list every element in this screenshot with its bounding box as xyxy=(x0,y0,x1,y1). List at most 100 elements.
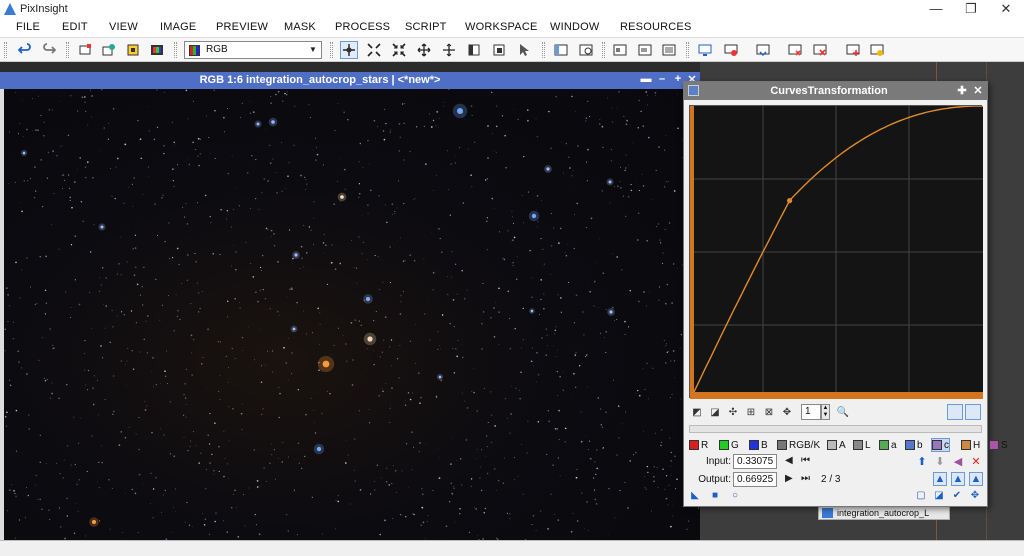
restore-icon[interactable]: ⬇ xyxy=(933,454,947,468)
output-value-field[interactable]: 0.66925 xyxy=(733,472,777,487)
channel-button-l[interactable]: L xyxy=(853,438,871,452)
channel-button-a[interactable]: A xyxy=(827,438,846,452)
image-window-titlebar[interactable]: RGB 1:6 integration_autocrop_stars | <*n… xyxy=(0,72,700,89)
apply-icon[interactable]: ✔ xyxy=(951,490,963,502)
shade-icon[interactable]: ▬ xyxy=(640,73,652,85)
toolbar-grip[interactable] xyxy=(174,42,177,58)
image-strip-icon[interactable] xyxy=(660,41,678,59)
history-window-icon[interactable] xyxy=(577,41,595,59)
toolbar-grip[interactable] xyxy=(542,42,545,58)
magnifier-icon[interactable]: 🔍 xyxy=(835,404,851,420)
image-list-icon[interactable] xyxy=(611,41,629,59)
workspace-remove-icon[interactable] xyxy=(811,41,829,59)
minimize-window-icon[interactable]: – xyxy=(656,73,668,85)
fit-view-icon[interactable] xyxy=(440,41,458,59)
channel-button-c[interactable]: c xyxy=(931,438,950,452)
channel-button-r[interactable]: R xyxy=(689,438,708,452)
menu-resources[interactable]: RESOURCES xyxy=(620,21,691,33)
edit-preview-icon[interactable] xyxy=(490,41,508,59)
real-time-preview-icon[interactable]: ○ xyxy=(729,490,741,502)
edit-point-mode-icon[interactable]: ◩ xyxy=(689,404,705,420)
zoom-in-icon[interactable] xyxy=(365,41,383,59)
new-image-icon[interactable] xyxy=(76,41,94,59)
menu-file[interactable]: FILE xyxy=(16,21,40,33)
workspace-monitor-icon[interactable] xyxy=(696,41,714,59)
menu-window[interactable]: WINDOW xyxy=(550,21,599,33)
channel-button-s[interactable]: S xyxy=(989,438,1008,452)
menu-edit[interactable]: EDIT xyxy=(62,21,88,33)
maximize-icon[interactable]: ❐ xyxy=(955,0,987,18)
first-point-icon[interactable]: ⏮ xyxy=(801,455,810,466)
channel-button-a[interactable]: a xyxy=(879,438,897,452)
process-container-icon[interactable] xyxy=(124,41,142,59)
grid-toggle-icon[interactable] xyxy=(965,404,981,420)
pin-icon[interactable]: ✚ xyxy=(956,84,968,97)
workspace-add-icon[interactable] xyxy=(844,41,862,59)
channel-button-b[interactable]: B xyxy=(749,438,768,452)
browse-documentation-icon[interactable]: ▢ xyxy=(915,490,927,502)
prev-point-icon[interactable]: ◀ xyxy=(785,455,793,466)
linear-interpolation-icon[interactable]: ▲ xyxy=(969,472,983,486)
readout-mode-icon[interactable] xyxy=(340,41,358,59)
new-preview-icon[interactable] xyxy=(465,41,483,59)
zoom-out-graph-icon[interactable]: ⊠ xyxy=(761,404,777,420)
redo-icon[interactable] xyxy=(40,41,58,59)
menu-image[interactable]: IMAGE xyxy=(160,21,196,33)
cursor-icon[interactable] xyxy=(515,41,533,59)
workspace-close-icon[interactable] xyxy=(786,41,804,59)
pan-icon[interactable] xyxy=(415,41,433,59)
reset-icon[interactable]: ✥ xyxy=(969,490,981,502)
duplicate-image-icon[interactable] xyxy=(100,41,118,59)
zoom-spinner[interactable]: ▲ ▼ xyxy=(821,404,830,420)
menu-view[interactable]: VIEW xyxy=(109,21,138,33)
explorer-window-icon[interactable] xyxy=(552,41,570,59)
cubic-interpolation-icon[interactable]: ▲ xyxy=(951,472,965,486)
menu-preview[interactable]: PREVIEW xyxy=(216,21,268,33)
image-icon-thumbnail[interactable]: integration_autocrop_L xyxy=(818,506,950,520)
channel-button-rgb-k[interactable]: RGB/K xyxy=(777,438,820,452)
reset-curve-icon[interactable]: ✕ xyxy=(969,454,983,468)
menu-workspace[interactable]: WORKSPACE xyxy=(465,21,538,33)
toolbar-grip[interactable] xyxy=(4,42,7,58)
akima-interpolation-icon[interactable]: ▲ xyxy=(933,472,947,486)
star-field-image[interactable] xyxy=(4,89,700,540)
zoom-out-icon[interactable] xyxy=(390,41,408,59)
zoom-level-input[interactable]: 1 xyxy=(801,404,821,420)
input-value-field[interactable]: 0.33075 xyxy=(733,454,777,469)
select-point-mode-icon[interactable]: ◪ xyxy=(707,404,723,420)
workspace-save-icon[interactable] xyxy=(754,41,772,59)
curve-edit-icon[interactable] xyxy=(947,404,963,420)
last-point-icon[interactable]: ⏭ xyxy=(801,473,810,484)
workspace-record-icon[interactable] xyxy=(722,41,740,59)
curve-graph[interactable] xyxy=(689,105,983,399)
delete-point-mode-icon[interactable]: ✣ xyxy=(725,404,741,420)
color-channels-icon[interactable] xyxy=(148,41,166,59)
apply-global-icon[interactable]: ■ xyxy=(709,490,721,502)
pan-graph-icon[interactable]: ✥ xyxy=(779,404,795,420)
channel-button-h[interactable]: H xyxy=(961,438,980,452)
workspace-settings-icon[interactable] xyxy=(868,41,886,59)
curves-titlebar[interactable]: CurvesTransformation ✚ ✕ xyxy=(684,82,987,100)
reverse-icon[interactable]: ◀ xyxy=(951,454,965,468)
zoom-in-graph-icon[interactable]: ⊞ xyxy=(743,404,759,420)
menu-script[interactable]: SCRIPT xyxy=(405,21,447,33)
image-list-alt-icon[interactable] xyxy=(636,41,654,59)
channel-select[interactable]: RGB ▼ xyxy=(184,41,322,59)
next-point-icon[interactable]: ▶ xyxy=(785,473,793,484)
menu-mask[interactable]: MASK xyxy=(284,21,316,33)
close-icon[interactable]: ✕ xyxy=(990,0,1022,18)
undo-icon[interactable] xyxy=(16,41,34,59)
toolbar-grip[interactable] xyxy=(330,42,333,58)
toolbar-grip[interactable] xyxy=(66,42,69,58)
toolbar-grip[interactable] xyxy=(686,42,689,58)
minimize-icon[interactable]: — xyxy=(920,0,952,18)
channel-button-b[interactable]: b xyxy=(905,438,923,452)
toolbar-grip[interactable] xyxy=(602,42,605,58)
menu-process[interactable]: PROCESS xyxy=(335,21,390,33)
store-icon[interactable]: ⬆ xyxy=(915,454,929,468)
new-instance-icon[interactable]: ◣ xyxy=(689,490,701,502)
track-view-icon[interactable]: ◪ xyxy=(933,490,945,502)
curve-control-point[interactable] xyxy=(787,198,793,204)
channel-button-g[interactable]: G xyxy=(719,438,739,452)
close-dialog-icon[interactable]: ✕ xyxy=(972,84,984,97)
